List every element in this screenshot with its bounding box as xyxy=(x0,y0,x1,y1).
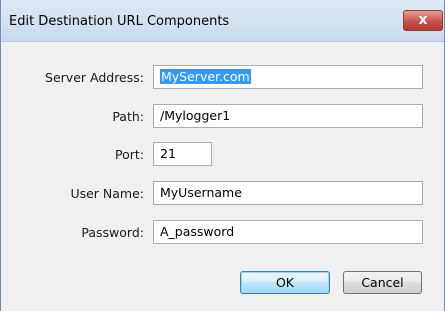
user-name-input[interactable]: MyUsername xyxy=(153,181,423,205)
password-label: Password: xyxy=(81,225,144,240)
edit-url-dialog: Edit Destination URL Components x Server… xyxy=(0,0,445,311)
title-bar[interactable]: Edit Destination URL Components x xyxy=(1,0,444,42)
path-input[interactable]: /Mylogger1 xyxy=(153,104,423,128)
password-input[interactable]: A_password xyxy=(153,220,423,244)
port-input[interactable]: 21 xyxy=(153,142,212,166)
user-name-label: User Name: xyxy=(70,186,144,201)
dialog-content: Server Address: MyServer.com Path: /Mylo… xyxy=(2,42,444,311)
server-address-value: MyServer.com xyxy=(160,69,251,84)
port-label: Port: xyxy=(115,147,144,162)
path-label: Path: xyxy=(112,109,144,124)
close-icon: x xyxy=(418,12,428,28)
cancel-button[interactable]: Cancel xyxy=(343,271,422,294)
ok-button[interactable]: OK xyxy=(240,271,330,294)
server-address-label: Server Address: xyxy=(45,70,144,85)
dialog-title: Edit Destination URL Components xyxy=(9,14,230,29)
close-button[interactable]: x xyxy=(403,10,443,31)
server-address-input[interactable]: MyServer.com xyxy=(153,65,423,89)
